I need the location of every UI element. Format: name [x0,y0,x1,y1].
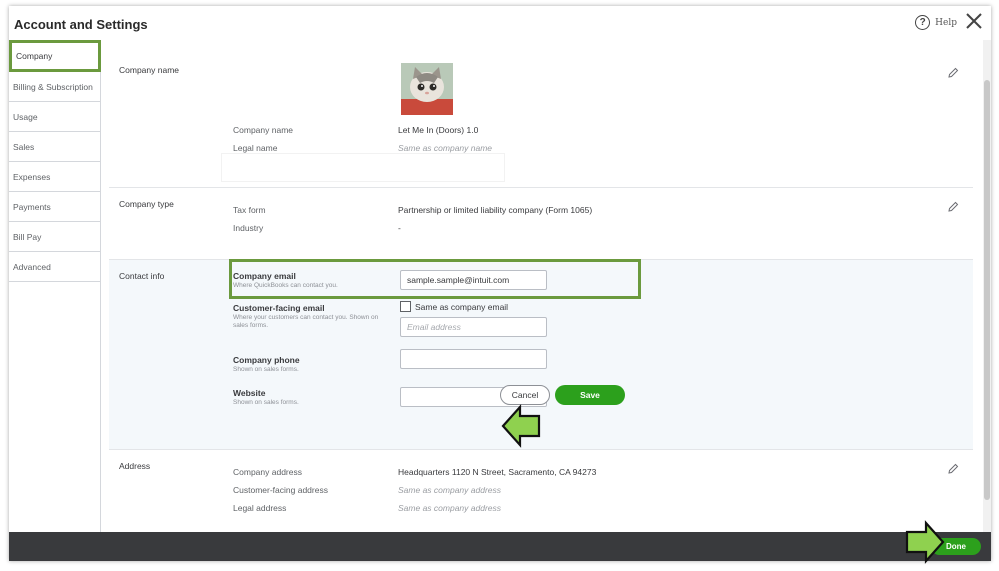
sidebar-item-label: Expenses [13,171,51,182]
close-icon[interactable] [965,12,983,30]
sidebar-item-label: Billing & Subscription [13,81,93,92]
scrollbar-thumb[interactable] [984,80,990,500]
industry-label: Industry [233,223,264,233]
question-circle-icon: ? [915,15,931,30]
page-title: Account and Settings [14,17,148,32]
redacted-area [222,154,504,181]
company-address-label: Company address [233,467,302,477]
industry-value: - [398,223,401,233]
legal-address-value: Same as company address [398,503,501,513]
vertical-scrollbar[interactable] [983,40,991,532]
legal-name-label: Legal name [233,143,278,153]
arrow-pointer-icon [905,520,945,564]
help-label: Help [935,17,957,28]
sidebar-item-label: Sales [13,141,35,152]
save-button[interactable]: Save [555,385,625,405]
pencil-icon[interactable] [947,201,959,213]
sidebar-item-bill-pay[interactable]: Bill Pay [9,222,100,252]
sidebar-item-company[interactable]: Company [9,40,101,72]
company-logo[interactable] [401,63,453,115]
sidebar-item-label: Advanced [13,261,51,272]
pencil-icon[interactable] [947,67,959,79]
same-as-company-email-checkbox[interactable] [400,301,411,312]
website-help: Shown on sales forms. [233,399,299,406]
sidebar-item-advanced[interactable]: Advanced [9,252,100,282]
sidebar-item-label: Company [16,51,53,61]
sidebar-item-sales[interactable]: Sales [9,132,100,162]
customer-facing-email-help: Where your customers can contact you. Sh… [233,314,379,329]
tax-form-label: Tax form [233,205,266,215]
address-section[interactable]: Address Company address Headquarters 112… [109,450,973,532]
company-phone-input[interactable] [400,349,547,369]
customer-facing-email-input[interactable] [400,317,547,337]
sidebar-item-label: Bill Pay [13,231,42,242]
company-email-input[interactable] [400,270,547,290]
sidebar-item-billing[interactable]: Billing & Subscription [9,72,100,102]
company-name-label: Company name [233,125,294,135]
company-name-value: Let Me In (Doors) 1.0 [398,125,479,135]
company-email-label: Company email [233,271,296,281]
website-label: Website [233,388,266,398]
sidebar-item-payments[interactable]: Payments [9,192,100,222]
settings-sidebar: Company Billing & Subscription Usage Sal… [9,40,101,532]
pencil-icon[interactable] [947,463,959,475]
sidebar-item-expenses[interactable]: Expenses [9,162,100,192]
same-as-company-email-label: Same as company email [415,302,509,312]
cancel-button[interactable]: Cancel [500,385,550,405]
sidebar-item-label: Usage [13,111,38,122]
sidebar-item-label: Payments [13,201,51,212]
company-type-section[interactable]: Company type Tax form Partnership or lim… [109,188,973,260]
help-link[interactable]: ? Help [915,15,957,30]
company-phone-label: Company phone [233,355,300,365]
section-title: Company type [119,199,174,209]
company-phone-help: Shown on sales forms. [233,366,299,373]
settings-footer: Done [9,532,991,561]
section-title: Company name [119,65,180,75]
tax-form-value: Partnership or limited liability company… [398,205,593,215]
settings-content: Company name Company name Let Me In (Doo… [109,40,973,532]
sidebar-item-usage[interactable]: Usage [9,102,100,132]
section-title: Contact info [119,271,165,281]
company-name-section[interactable]: Company name Company name Let Me In (Doo… [109,40,973,188]
legal-name-value: Same as company name [398,143,493,153]
customer-facing-address-value: Same as company address [398,485,501,495]
company-email-help: Where QuickBooks can contact you. [233,282,338,289]
customer-facing-address-label: Customer-facing address [233,485,328,495]
arrow-pointer-icon [501,404,541,448]
legal-address-label: Legal address [233,503,287,513]
company-address-value: Headquarters 1120 N Street, Sacramento, … [398,467,597,477]
customer-facing-email-label: Customer-facing email [233,303,325,313]
section-title: Address [119,461,151,471]
settings-window: Account and Settings ? Help Company Bill… [9,6,991,561]
